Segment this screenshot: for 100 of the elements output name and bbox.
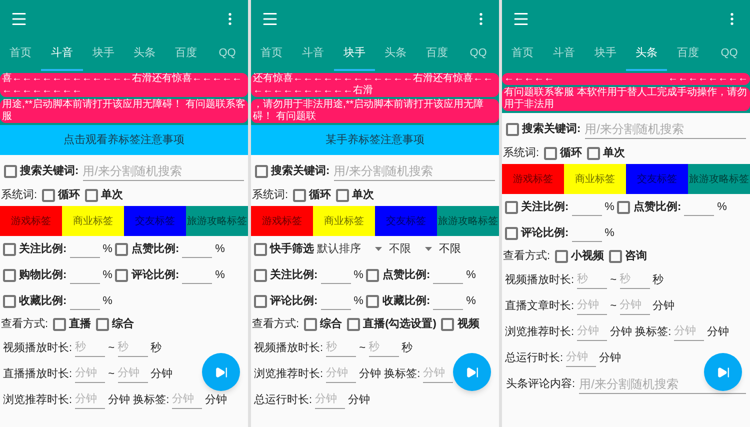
label: ~: [610, 272, 616, 288]
input-field[interactable]: 分钟: [75, 365, 106, 383]
checkbox[interactable]: [3, 268, 16, 282]
tag-button[interactable]: 商业标签: [313, 206, 375, 236]
checkbox-label: 点赞比例:: [131, 242, 180, 257]
input-field[interactable]: 分钟: [620, 297, 650, 315]
tab[interactable]: 头条: [124, 38, 166, 71]
tab[interactable]: QQ: [708, 38, 750, 71]
checkbox[interactable]: [4, 165, 17, 178]
tag-button[interactable]: 交友标签: [124, 206, 186, 236]
input-field[interactable]: 秒: [368, 339, 398, 357]
menu-icon[interactable]: [10, 10, 28, 28]
input-field[interactable]: 分钟: [674, 323, 704, 341]
input-field[interactable]: 用/来分割随机搜索: [82, 162, 244, 181]
input-field[interactable]: 分钟: [577, 297, 608, 315]
tab[interactable]: 首页: [502, 38, 544, 71]
label: 换标签:: [133, 392, 170, 408]
dropdown[interactable]: 默认排序: [317, 240, 386, 258]
input-field[interactable]: 用/来分割随机搜索: [579, 375, 746, 394]
play-skip-button[interactable]: [453, 353, 491, 391]
checkbox[interactable]: [506, 123, 519, 136]
marquee-text: 还有惊喜←←←←←←←←←←←←右滑还有惊喜←←←←←←←←←←←←右滑: [253, 73, 494, 97]
checkbox-label: 循环: [58, 188, 80, 204]
checkbox[interactable]: [96, 318, 110, 331]
input-field[interactable]: 秒: [577, 271, 608, 289]
checkbox[interactable]: [115, 242, 128, 256]
play-skip-button[interactable]: [202, 353, 240, 391]
checkbox[interactable]: [254, 294, 267, 308]
checkbox[interactable]: [3, 242, 16, 256]
checkbox[interactable]: [293, 189, 306, 202]
tab[interactable]: 百度: [667, 38, 709, 71]
tag-button[interactable]: 旅游攻略标签: [186, 206, 248, 236]
notice-button[interactable]: 某手养标签注意事项: [251, 125, 499, 155]
tab[interactable]: QQ: [206, 38, 248, 71]
tab[interactable]: 首页: [0, 38, 42, 71]
input-field[interactable]: 秒: [620, 271, 650, 289]
checkbox[interactable]: [587, 147, 600, 160]
tab[interactable]: 斗音: [543, 38, 585, 71]
input-field[interactable]: 分钟: [326, 365, 356, 383]
input-field[interactable]: 用/来分割随机搜索: [334, 162, 495, 181]
input-field[interactable]: 分钟: [118, 365, 148, 383]
input-field[interactable]: 分钟: [577, 323, 608, 341]
checkbox[interactable]: [609, 250, 622, 263]
input-field[interactable]: 用/来分割随机搜索: [584, 120, 746, 139]
checkbox[interactable]: [254, 268, 267, 282]
input-field[interactable]: 秒: [326, 339, 356, 357]
tab[interactable]: 块手: [82, 38, 124, 71]
play-skip-button[interactable]: [704, 353, 742, 391]
checkbox[interactable]: [366, 268, 380, 282]
tab[interactable]: QQ: [458, 38, 499, 71]
checkbox[interactable]: [505, 226, 518, 240]
tag-button[interactable]: 游戏标签: [502, 164, 564, 194]
input-field[interactable]: 分钟: [172, 391, 202, 409]
label: 秒: [150, 340, 162, 356]
tag-button[interactable]: 交友标签: [626, 164, 688, 194]
input-field[interactable]: 秒: [75, 339, 106, 357]
menu-icon[interactable]: [512, 10, 530, 28]
tab[interactable]: 斗音: [292, 38, 334, 71]
skip-forward-icon: [214, 366, 228, 378]
dropdown[interactable]: 不限: [389, 240, 436, 258]
checkbox[interactable]: [617, 200, 630, 214]
checkbox[interactable]: [3, 294, 16, 308]
checkbox[interactable]: [304, 318, 318, 331]
checkbox[interactable]: [347, 318, 360, 331]
checkbox[interactable]: [42, 189, 56, 202]
label: 换标签:: [384, 366, 420, 382]
tag-button[interactable]: 旅游攻略标签: [688, 164, 750, 194]
tab[interactable]: 百度: [165, 38, 207, 71]
tag-button[interactable]: 交友标签: [375, 206, 437, 236]
tag-button[interactable]: 游戏标签: [251, 206, 313, 236]
checkbox[interactable]: [544, 147, 558, 160]
checkbox[interactable]: [85, 189, 98, 202]
input-field[interactable]: 分钟: [315, 391, 346, 409]
input-field[interactable]: 分钟: [423, 365, 454, 383]
checkbox[interactable]: [441, 318, 454, 331]
checkbox[interactable]: [255, 165, 268, 178]
checkbox[interactable]: [336, 189, 350, 202]
checkbox[interactable]: [505, 200, 518, 214]
input-field[interactable]: 分钟: [566, 349, 596, 367]
tag-button[interactable]: 旅游攻略标签: [437, 206, 499, 236]
tag-button[interactable]: 游戏标签: [0, 206, 62, 236]
tab[interactable]: 头条: [374, 38, 416, 71]
label: 浏览推荐时长:: [3, 392, 72, 408]
tab[interactable]: 块手: [584, 38, 626, 71]
checkbox[interactable]: [366, 294, 380, 308]
label: ~: [359, 340, 366, 356]
input-field[interactable]: 分钟: [75, 391, 106, 409]
checkbox[interactable]: [115, 268, 128, 282]
input-field[interactable]: 秒: [118, 339, 148, 357]
notice-button[interactable]: 点击观看养标签注意事项: [0, 125, 248, 155]
checkbox[interactable]: [53, 318, 66, 331]
checkbox-label: 小视频: [571, 248, 604, 264]
checkbox-label: 搜索关键词:: [271, 164, 330, 180]
tab[interactable]: 百度: [416, 38, 458, 71]
tag-button[interactable]: 商业标签: [564, 164, 626, 194]
tag-button[interactable]: 商业标签: [62, 206, 124, 236]
tab[interactable]: 首页: [251, 38, 292, 71]
checkbox[interactable]: [555, 250, 568, 263]
menu-icon[interactable]: [261, 10, 279, 28]
checkbox[interactable]: [254, 242, 267, 256]
